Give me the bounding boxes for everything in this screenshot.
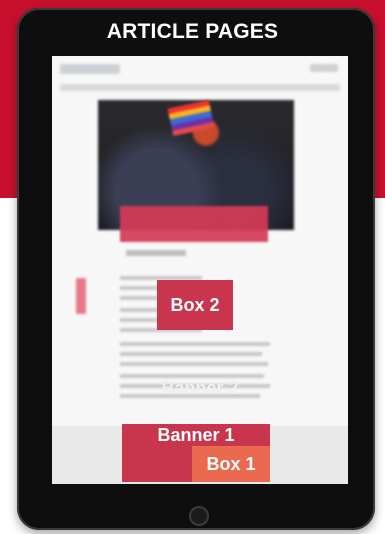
nav-icons: [310, 64, 338, 72]
site-logo: [60, 64, 120, 74]
article-headline-block: [120, 206, 268, 242]
tablet-screen: [52, 56, 348, 484]
article-byline: [126, 250, 186, 256]
nav-menu-bar: [60, 84, 340, 91]
box-1-ad-placement: Box 1: [192, 446, 270, 482]
box-2-ad-placement: Box 2: [157, 280, 233, 330]
article-text-line: [120, 362, 268, 366]
share-icons: [76, 278, 86, 314]
banner-2-label: Banner 2: [161, 378, 239, 398]
article-text-line: [120, 342, 270, 346]
article-text-line: [120, 352, 262, 356]
banner-1-label: Banner 1: [157, 425, 235, 445]
page-title: ARTICLE PAGES: [106, 20, 279, 43]
home-button-icon: [189, 506, 209, 526]
